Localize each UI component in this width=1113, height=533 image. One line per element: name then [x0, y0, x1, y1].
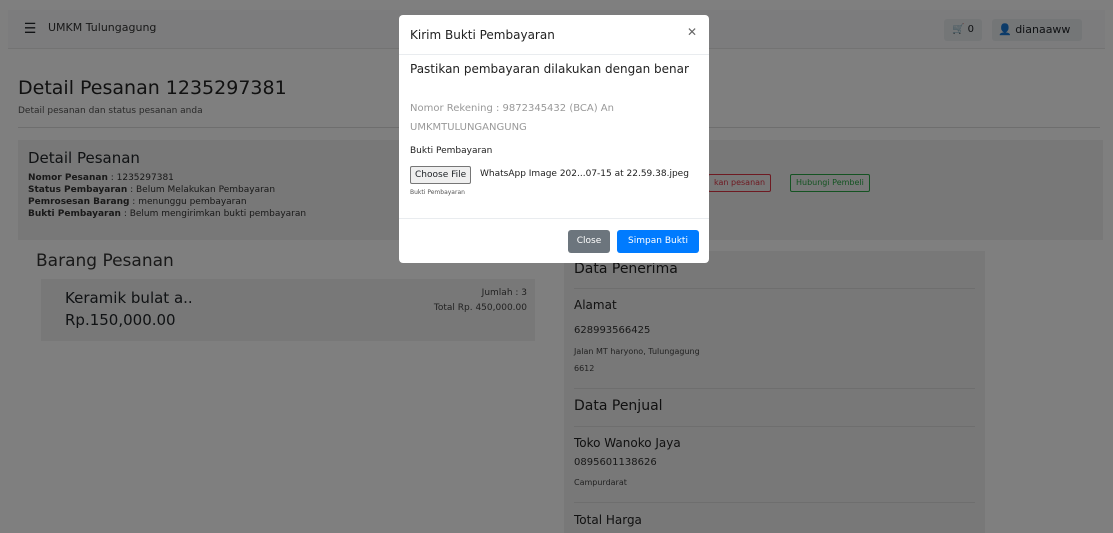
close-icon[interactable]: ✕	[687, 25, 697, 39]
close-button[interactable]: Close	[568, 230, 610, 253]
payment-warning: Pastikan pembayaran dilakukan dengan ben…	[410, 62, 689, 76]
save-proof-button[interactable]: Simpan Bukti	[617, 230, 699, 253]
divider	[399, 218, 709, 219]
selected-file-name: WhatsApp Image 202...07-15 at 22.59.38.j…	[480, 169, 689, 179]
choose-file-button[interactable]: Choose File	[410, 166, 472, 184]
modal-title: Kirim Bukti Pembayaran	[410, 28, 555, 42]
bank-account-info: Nomor Rekening : 9872345432 (BCA) An UMK…	[410, 103, 614, 133]
payment-proof-modal: Kirim Bukti Pembayaran ✕ Pastikan pembay…	[399, 15, 709, 263]
file-field-label: Bukti Pembayaran	[410, 146, 493, 156]
divider	[399, 54, 709, 55]
file-help-text: Bukti Pembayaran	[410, 189, 465, 196]
